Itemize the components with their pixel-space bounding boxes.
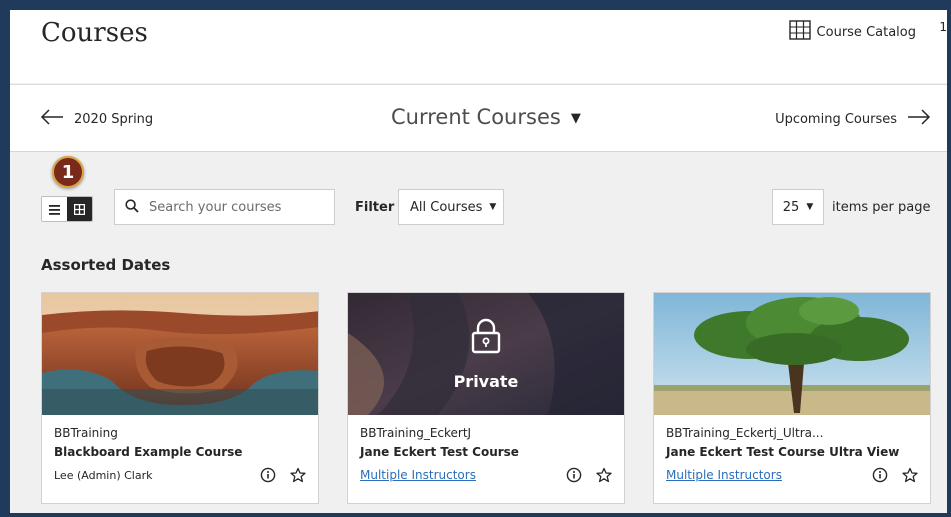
star-icon[interactable] <box>290 467 306 483</box>
list-icon <box>49 200 60 219</box>
current-term-label: Current Courses <box>391 105 561 129</box>
course-card[interactable]: BBTraining Blackboard Example Course Lee… <box>41 292 319 504</box>
per-page-value: 25 <box>782 199 800 215</box>
app-frame: Courses Course Catalog 1 2020 Spring Cur… <box>10 10 947 513</box>
previous-term-label: 2020 Spring <box>74 111 154 127</box>
list-view-button[interactable] <box>42 197 67 221</box>
next-term-link[interactable]: Upcoming Courses <box>775 109 931 129</box>
catalog-label: Course Catalog <box>816 24 916 40</box>
search-box <box>114 189 335 225</box>
per-page-label: items per page <box>832 200 931 215</box>
catalog-icon <box>788 20 811 44</box>
search-icon <box>125 198 139 217</box>
grid-view-button[interactable] <box>67 197 92 221</box>
search-input[interactable] <box>149 199 319 215</box>
caret-down-icon: ▼ <box>806 202 814 212</box>
caret-down-icon: ▼ <box>570 110 581 126</box>
page-header: Courses Course Catalog 1 <box>10 10 947 83</box>
star-icon[interactable] <box>902 467 918 483</box>
items-per-page-select[interactable]: 25 ▼ <box>772 189 824 225</box>
course-name: Jane Eckert Test Course Ultra View <box>666 445 900 459</box>
term-navigation: 2020 Spring Current Courses ▼ Upcoming C… <box>10 84 947 152</box>
course-name: Blackboard Example Course <box>54 445 243 459</box>
course-image-tree <box>654 293 930 415</box>
arrow-right-icon <box>907 109 931 129</box>
caret-down-icon: ▼ <box>489 202 497 212</box>
course-id: BBTraining_Eckertj_Ultra... <box>666 426 824 440</box>
star-icon[interactable] <box>596 467 612 483</box>
instructor-name: Lee (Admin) Clark <box>54 468 153 482</box>
course-catalog-link[interactable]: Course Catalog <box>788 20 916 44</box>
next-term-label: Upcoming Courses <box>775 111 897 127</box>
course-card[interactable]: Private BBTraining_EckertJ Jane Eckert T… <box>347 292 625 504</box>
course-name: Jane Eckert Test Course <box>360 445 519 459</box>
filter-value: All Courses <box>410 199 483 215</box>
private-overlay: Private <box>348 293 624 415</box>
grid-icon <box>73 200 86 219</box>
instructors-link[interactable]: Multiple Instructors <box>666 468 782 482</box>
filter-label: Filter <box>355 200 395 215</box>
course-id: BBTraining <box>54 426 118 440</box>
course-id: BBTraining_EckertJ <box>360 426 472 440</box>
course-image-private: Private <box>348 293 624 415</box>
section-heading: Assorted Dates <box>41 256 171 274</box>
lock-icon <box>471 318 501 358</box>
page-title: Courses <box>41 18 148 48</box>
course-card[interactable]: BBTraining_Eckertj_Ultra... Jane Eckert … <box>653 292 931 504</box>
info-icon[interactable] <box>260 467 276 483</box>
previous-term-link[interactable]: 2020 Spring <box>40 109 153 129</box>
edge-digit: 1 <box>939 20 947 34</box>
course-image-canyon <box>42 293 318 415</box>
view-toggle <box>41 196 93 222</box>
info-icon[interactable] <box>566 467 582 483</box>
info-icon[interactable] <box>872 467 888 483</box>
instructors-link[interactable]: Multiple Instructors <box>360 468 476 482</box>
current-term-dropdown[interactable]: Current Courses ▼ <box>391 105 581 129</box>
private-label: Private <box>453 371 519 391</box>
filter-select[interactable]: All Courses ▼ <box>398 189 504 225</box>
arrow-left-icon <box>40 109 64 129</box>
callout-marker: 1 <box>52 156 84 188</box>
